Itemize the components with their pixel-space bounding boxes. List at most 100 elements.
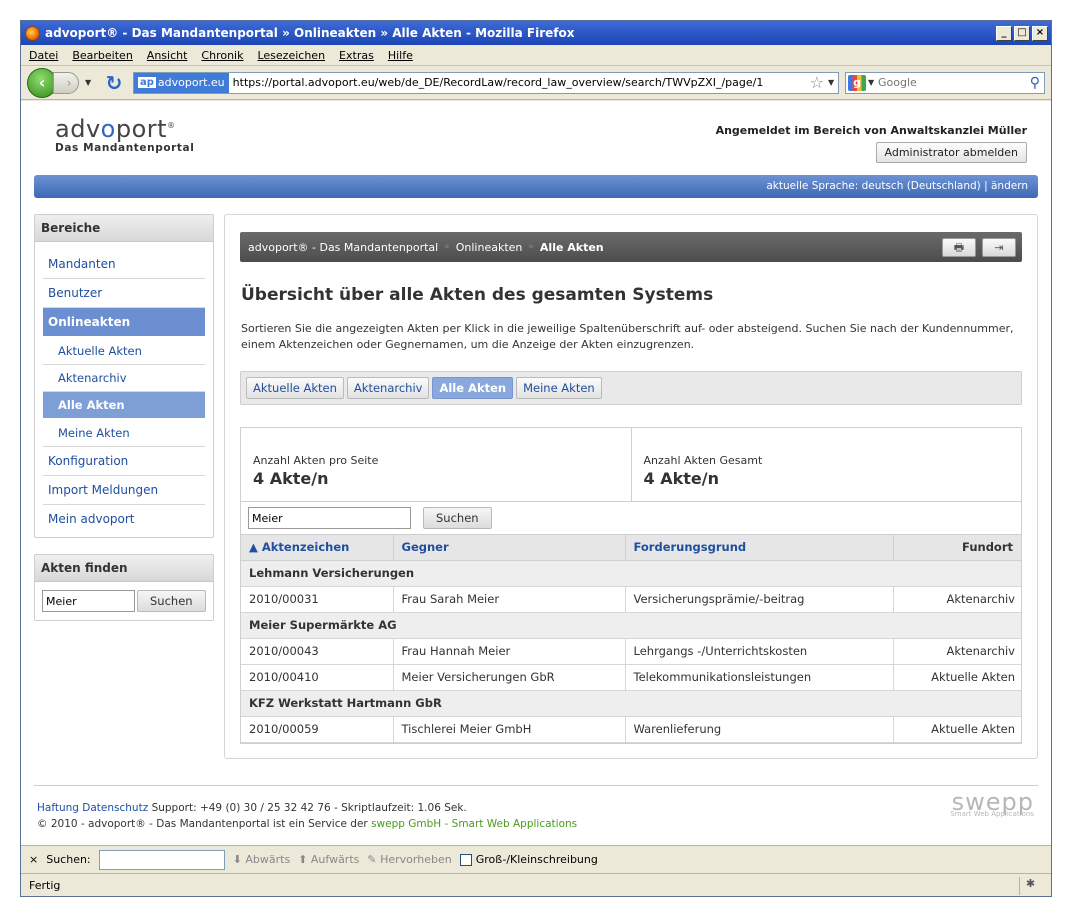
sidebar-item-konfiguration[interactable]: Konfiguration	[43, 447, 205, 476]
tab-meine-akten[interactable]: Meine Akten	[516, 377, 602, 399]
swepp-logo[interactable]: swepp Smart Web Applications	[950, 790, 1034, 822]
finder-search-button[interactable]: Suchen	[137, 590, 206, 612]
cell-forderungsgrund: Telekommunikationsleistungen	[625, 664, 894, 691]
bookmark-star-icon[interactable]: ☆	[810, 73, 824, 92]
areas-box: Bereiche Mandanten Benutzer Onlineakten Akt…	[34, 214, 214, 538]
history-dropdown-icon[interactable]: ▼	[85, 78, 95, 87]
sidebar-item-import-meldungen[interactable]: Import Meldungen	[43, 476, 205, 505]
stat-total-value: 4 Akte/n	[643, 469, 719, 488]
column-forderungsgrund[interactable]: Forderungsgrund	[625, 535, 894, 561]
navigation-toolbar: ‹ › ▼ ↻ ap advoport.eu https://portal.adv…	[21, 66, 1051, 100]
menu-chronik[interactable]: Chronik	[201, 49, 243, 62]
table-search-input[interactable]	[248, 507, 411, 529]
find-label: Suchen:	[46, 853, 91, 866]
table-row[interactable]: 2010/00059 Tischlerei Meier GmbH Warenlief…	[241, 716, 1021, 743]
logout-button[interactable]: Administrator abmelden	[875, 142, 1027, 163]
forward-button[interactable]: ›	[53, 71, 79, 94]
client-group-name: Lehmann Versicherungen	[241, 560, 1021, 587]
export-button[interactable]: ⇥	[982, 237, 1016, 257]
tab-alle-akten[interactable]: Alle Akten	[432, 377, 514, 399]
swepp-link[interactable]: swepp GmbH - Smart Web Applications	[371, 818, 577, 830]
forward-arrow-icon: ›	[66, 75, 72, 90]
datenschutz-link[interactable]: Datenschutz	[82, 802, 148, 814]
site-identity-badge[interactable]: ap advoport.eu	[134, 72, 229, 93]
page-title: Übersicht über alle Akten des gesamten S…	[241, 285, 714, 305]
find-next-label: Abwärts	[245, 853, 291, 866]
language-bar[interactable]: aktuelle Sprache: deutsch (Deutschland) …	[34, 175, 1038, 198]
match-case-checkbox[interactable]: Groß-/Kleinschreibung	[459, 853, 598, 866]
column-fundort: Fundort	[893, 535, 1021, 561]
close-button[interactable]: ×	[1032, 25, 1048, 41]
menu-ansicht[interactable]: Ansicht	[147, 49, 188, 62]
url-dropdown-icon[interactable]: ▼	[828, 78, 838, 87]
tab-aktenarchiv[interactable]: Aktenarchiv	[346, 377, 430, 399]
login-text: Angemeldet im Bereich von Anwaltskanzlei…	[715, 124, 1027, 137]
sidebar-item-onlineakten[interactable]: Onlineakten	[43, 308, 205, 336]
find-next-button[interactable]: ⬇ Abwärts	[233, 853, 291, 866]
url-bar[interactable]: ap advoport.eu https://portal.advoport.eu…	[133, 71, 839, 94]
sidebar: Bereiche Mandanten Benutzer Onlineakten Akt…	[34, 214, 214, 637]
google-engine-icon[interactable]: g	[848, 74, 866, 91]
table-row[interactable]: 2010/00043 Frau Hannah Meier Lehrgangs -/U…	[241, 638, 1021, 665]
menu-bearbeiten[interactable]: Bearbeiten	[72, 49, 132, 62]
stat-per-page: Anzahl Akten pro Seite 4 Akte/n	[241, 428, 631, 501]
site-header: advoport® Das Mandantenportal Angemeldet…	[21, 101, 1051, 173]
checkbox-icon	[459, 854, 472, 866]
url-text[interactable]: https://portal.advoport.eu/web/de_DE/Rec…	[233, 76, 806, 89]
find-close-icon[interactable]: ×	[29, 853, 38, 866]
web-search-box[interactable]: g ▼ ⚲	[845, 71, 1045, 94]
web-search-input[interactable]	[878, 76, 1026, 89]
brand-text-b: port	[115, 115, 168, 143]
find-previous-button[interactable]: ⬆ Aufwärts	[298, 853, 359, 866]
tab-aktuelle-akten[interactable]: Aktuelle Akten	[246, 377, 344, 399]
find-input[interactable]	[98, 849, 225, 870]
client-group-row: Meier Supermärkte AG	[241, 612, 1021, 639]
areas-title: Bereiche	[35, 215, 213, 242]
highlight-button[interactable]: ✎ Hervorheben	[367, 853, 451, 866]
haftung-link[interactable]: Haftung	[37, 802, 79, 814]
menu-hilfe[interactable]: Hilfe	[388, 49, 413, 62]
sidebar-item-aktuelle-akten[interactable]: Aktuelle Akten	[43, 338, 205, 365]
support-text: Support: +49 (0) 30 / 25 32 42 76 - Skri…	[151, 802, 467, 814]
match-case-label: Groß-/Kleinschreibung	[475, 853, 598, 866]
breadcrumb-onlineakten[interactable]: Onlineakten	[456, 241, 523, 254]
title-bar: advoport® - Das Mandantenportal » Online…	[21, 21, 1051, 45]
site-identity-logo: ap	[138, 77, 156, 88]
sidebar-item-mein-advoport[interactable]: Mein advoport	[43, 505, 205, 533]
table-search-button[interactable]: Suchen	[423, 507, 492, 529]
highlight-label: Hervorheben	[380, 853, 452, 866]
table-row[interactable]: 2010/00031 Frau Sarah Meier Versicherungsp…	[241, 586, 1021, 613]
print-button[interactable]: 🖶	[942, 237, 976, 257]
printer-icon: 🖶	[953, 240, 965, 254]
breadcrumb-home[interactable]: advoport® - Das Mandantenportal	[248, 241, 438, 254]
finder-title: Akten finden	[35, 555, 213, 582]
addon-bug-icon[interactable]: ✱	[1019, 876, 1041, 895]
table-row[interactable]: 2010/00410 Meier Versicherungen GbR Teleko…	[241, 664, 1021, 691]
intro-text: Sortieren Sie die angezeigten Akten per …	[241, 322, 1014, 351]
sidebar-item-benutzer[interactable]: Benutzer	[43, 279, 205, 308]
menu-lesezeichen[interactable]: Lesezeichen	[257, 49, 325, 62]
sidebar-item-meine-akten[interactable]: Meine Akten	[43, 420, 205, 447]
stats-row: Anzahl Akten pro Seite 4 Akte/n Anzahl A…	[241, 428, 1021, 502]
table-header-row: ▲ Aktenzeichen Gegner Forderungsgrund Fu…	[241, 535, 1021, 561]
advoport-logo[interactable]: advoport® Das Mandantenportal	[55, 115, 194, 154]
records-table: ▲ Aktenzeichen Gegner Forderungsgrund Fu…	[241, 535, 1021, 743]
search-engine-dropdown-icon[interactable]: ▼	[868, 78, 878, 87]
minimize-button[interactable]: _	[996, 25, 1012, 41]
menu-datei[interactable]: Datei	[29, 49, 58, 62]
reload-icon[interactable]: ↻	[101, 71, 127, 95]
search-icon[interactable]: ⚲	[1026, 75, 1044, 91]
find-bar: × Suchen: ⬇ Abwärts ⬆ Aufwärts ✎ Hervorh…	[21, 845, 1051, 873]
sidebar-item-mandanten[interactable]: Mandanten	[43, 250, 205, 279]
cell-fundort: Aktenarchiv	[893, 586, 1021, 613]
column-gegner[interactable]: Gegner	[393, 535, 626, 561]
finder-input[interactable]	[42, 590, 135, 612]
sidebar-item-alle-akten[interactable]: Alle Akten	[43, 392, 205, 418]
cell-gegner: Meier Versicherungen GbR	[393, 664, 626, 691]
cell-fundort: Aktenarchiv	[893, 638, 1021, 665]
maximize-button[interactable]: □	[1014, 25, 1030, 41]
menu-extras[interactable]: Extras	[339, 49, 374, 62]
sidebar-item-aktenarchiv[interactable]: Aktenarchiv	[43, 365, 205, 392]
finder-box: Akten finden Suchen	[34, 554, 214, 621]
column-aktenzeichen[interactable]: ▲ Aktenzeichen	[241, 535, 394, 561]
